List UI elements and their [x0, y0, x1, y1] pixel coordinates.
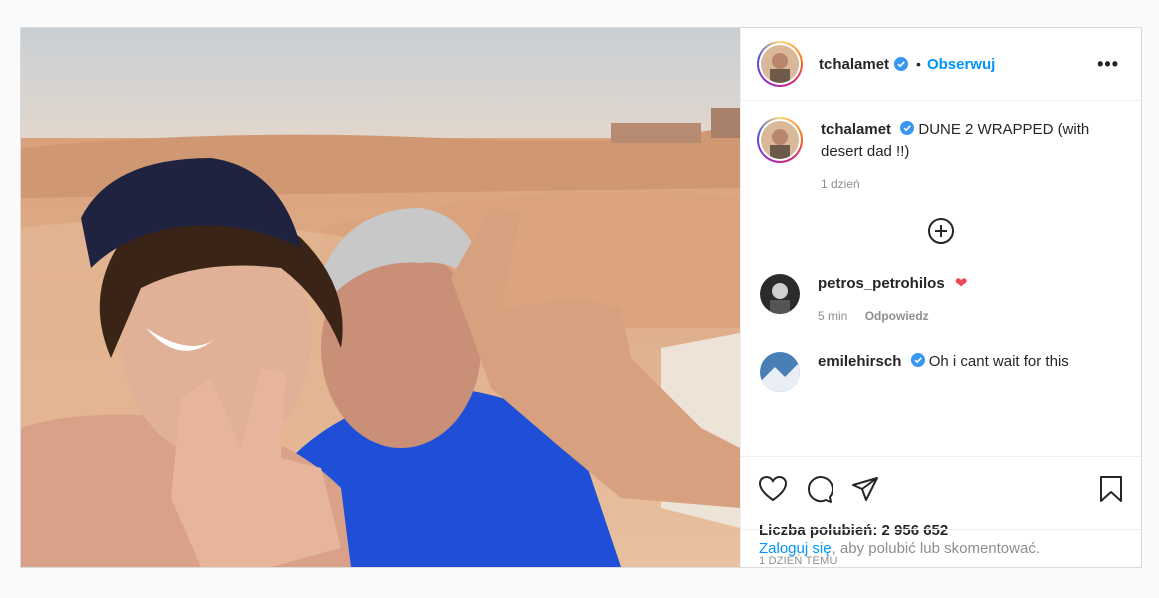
red-heart-emoji-icon: ❤ — [954, 275, 968, 292]
caption: tchalamet DUNE 2 WRAPPED (with desert da… — [757, 117, 1125, 195]
comments-section[interactable]: tchalamet DUNE 2 WRAPPED (with desert da… — [741, 101, 1141, 456]
comment-button[interactable] — [805, 475, 833, 503]
verified-icon — [894, 57, 909, 71]
selfie-desert-photo — [21, 28, 740, 567]
caption-avatar[interactable] — [757, 117, 803, 163]
post-header: tchalamet • Obserwuj ••• — [741, 28, 1141, 101]
post-sidebar: tchalamet • Obserwuj ••• tchalamet DUNE … — [740, 28, 1141, 567]
comment-time[interactable]: 5 min — [818, 309, 847, 323]
caption-avatar-image — [761, 121, 799, 159]
commenter-avatar-image — [760, 352, 800, 392]
reply-button[interactable]: Odpowiedz — [865, 309, 929, 323]
comment-item: petros_petrohilos ❤ 5 min Odpowiedz — [757, 271, 1125, 327]
commenter-avatar[interactable] — [760, 352, 800, 392]
share-button[interactable] — [851, 476, 879, 502]
verified-icon — [910, 353, 925, 367]
caption-username[interactable]: tchalamet — [821, 121, 891, 138]
verified-icon — [900, 121, 915, 135]
login-prompt-text: , aby polubić lub skomentować. — [831, 540, 1040, 557]
heart-icon — [759, 475, 787, 501]
comment-text: Oh i cant wait for this — [928, 353, 1069, 370]
login-prompt: Zaloguj się, aby polubić lub skomentować… — [741, 529, 1141, 567]
caption-time[interactable]: 1 dzień — [821, 177, 860, 191]
comment-username[interactable]: petros_petrohilos — [818, 275, 945, 292]
save-button[interactable] — [1099, 475, 1123, 503]
header-separator: • — [916, 56, 921, 72]
comment-icon — [808, 475, 833, 503]
login-link[interactable]: Zaloguj się — [759, 540, 832, 557]
bookmark-icon — [1100, 475, 1122, 502]
commenter-avatar-image — [760, 274, 800, 314]
header-username[interactable]: tchalamet — [819, 56, 889, 73]
post-card: tchalamet • Obserwuj ••• tchalamet DUNE … — [20, 27, 1142, 568]
commenter-avatar[interactable] — [760, 274, 800, 314]
comment-username[interactable]: emilehirsch — [818, 353, 901, 370]
comment-item: emilehirsch Oh i cant wait for this — [757, 349, 1125, 392]
follow-button[interactable]: Obserwuj — [927, 56, 995, 73]
like-button[interactable] — [759, 475, 787, 502]
post-photo[interactable] — [21, 28, 740, 567]
share-icon — [852, 476, 878, 501]
avatar-image — [761, 45, 799, 83]
avatar[interactable] — [757, 41, 803, 87]
load-more-comments-button[interactable] — [757, 217, 1125, 245]
more-icon[interactable]: ••• — [1097, 54, 1125, 75]
action-bar — [741, 456, 1141, 520]
load-more-icon — [928, 218, 954, 244]
